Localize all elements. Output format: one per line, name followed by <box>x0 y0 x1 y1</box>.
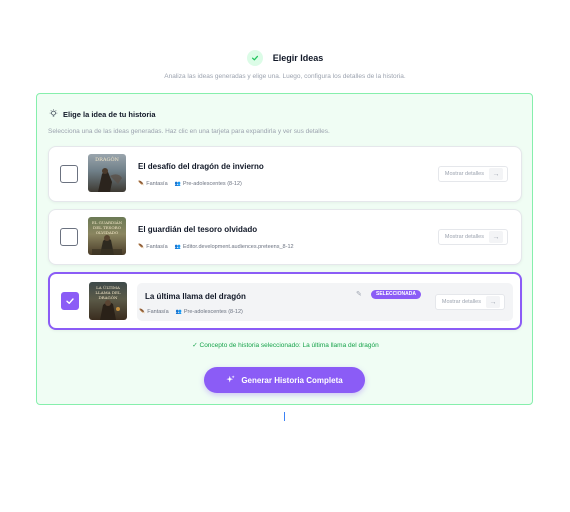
idea-genre: Fantasía <box>146 181 168 187</box>
panel-description: Selecciona una de las ideas generadas. H… <box>48 128 330 135</box>
idea-title: La última llama del dragón <box>145 292 246 301</box>
idea-audience: Pre-adolescentes (8-12) <box>182 181 242 187</box>
book-cover: LA ÚLTIMA LLAMA DEL DRAGÓN <box>89 282 127 320</box>
arrow-right-icon: → <box>489 231 503 243</box>
idea-meta: 🪶 Fantasía 👥 Pre-adolescentes (8-12) <box>139 309 243 315</box>
feather-icon: 🪶 <box>138 181 145 187</box>
show-details-label: Mostrar detalles <box>444 234 484 240</box>
panel-title: Elige la idea de tu historia <box>63 109 156 119</box>
arrow-right-icon: → <box>489 168 503 180</box>
show-details-label: Mostrar detalles <box>441 299 481 305</box>
sparkles-icon <box>226 374 235 386</box>
check-icon <box>66 298 74 304</box>
generate-story-label: Generar Historia Completa <box>241 375 343 385</box>
idea-checkbox-checked[interactable] <box>61 292 79 310</box>
feather-icon: 🪶 <box>138 244 145 250</box>
page-header: Elegir Ideas Analiza las ideas generadas… <box>0 50 570 80</box>
users-icon: 👥 <box>175 309 182 315</box>
show-details-button[interactable]: Mostrar detalles → <box>437 166 508 182</box>
idea-selection-panel: Elige la idea de tu historia Selecciona … <box>36 93 533 405</box>
book-cover: DRAGÓN <box>88 154 126 192</box>
show-details-button[interactable]: Mostrar detalles → <box>437 229 508 245</box>
page-subtitle: Analiza las ideas generadas y elige una.… <box>164 73 406 80</box>
idea-meta: 🪶 Fantasía 👥 Editor.development.audiences.… <box>138 244 294 250</box>
idea-genre: Fantasía <box>147 309 169 315</box>
selected-idea-content: La última llama del dragón ✎ SELECCIONAD… <box>137 283 513 321</box>
lightbulb-icon <box>49 105 58 123</box>
idea-checkbox[interactable] <box>60 165 78 183</box>
idea-title: El desafío del dragón de invierno <box>138 162 264 171</box>
show-details-button[interactable]: Mostrar detalles → <box>434 294 505 310</box>
idea-meta: 🪶 Fantasía 👥 Pre-adolescentes (8-12) <box>138 181 242 187</box>
users-icon: 👥 <box>174 181 181 187</box>
book-cover: EL GUARDIÁN DEL TESORO OLVIDADO <box>88 217 126 255</box>
edit-icon[interactable]: ✎ <box>356 290 362 298</box>
idea-genre: Fantasía <box>146 244 168 250</box>
selection-confirmation: ✓ Concepto de historia seleccionado: La … <box>192 342 379 349</box>
idea-card[interactable]: EL GUARDIÁN DEL TESORO OLVIDADO El guard… <box>48 209 522 265</box>
idea-checkbox[interactable] <box>60 228 78 246</box>
idea-card-selected[interactable]: LA ÚLTIMA LLAMA DEL DRAGÓN La última lla… <box>48 272 522 330</box>
text-cursor <box>284 412 285 421</box>
idea-audience: Editor.development.audiences.preteens_8-… <box>182 244 294 250</box>
users-icon: 👥 <box>174 244 181 250</box>
page-title: Elegir Ideas <box>272 53 324 63</box>
arrow-right-icon: → <box>486 296 500 308</box>
generate-story-button[interactable]: Generar Historia Completa <box>204 367 365 393</box>
step-check-icon <box>246 50 263 66</box>
idea-title: El guardián del tesoro olvidado <box>138 225 258 234</box>
idea-card[interactable]: DRAGÓN El desafío del dragón de invierno… <box>48 146 522 202</box>
feather-icon: 🪶 <box>139 309 146 315</box>
show-details-label: Mostrar detalles <box>444 171 484 177</box>
selected-badge: SELECCIONADA <box>371 290 422 299</box>
idea-audience: Pre-adolescentes (8-12) <box>183 309 243 315</box>
